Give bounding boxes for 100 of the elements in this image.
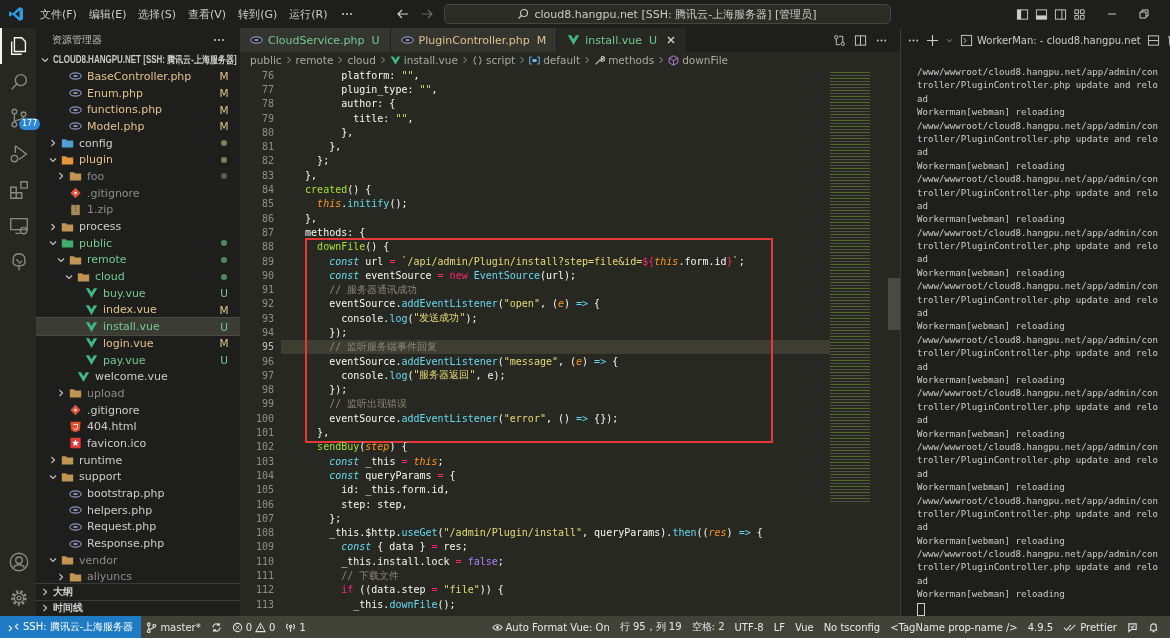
- grid-layout-icon[interactable]: [1073, 7, 1086, 21]
- folder-item[interactable]: public: [36, 234, 240, 252]
- file-item[interactable]: bootstrap.php: [36, 485, 240, 502]
- compare-icon[interactable]: [833, 33, 846, 47]
- folder-item[interactable]: aliyuncs: [36, 568, 240, 583]
- file-item[interactable]: .gitignore: [36, 401, 240, 419]
- line-number: 89: [260, 255, 275, 267]
- sidebar-layout-icon[interactable]: [1016, 7, 1029, 21]
- breadcrumb-item[interactable]: default: [529, 54, 581, 66]
- feedback-icon: [1127, 621, 1138, 633]
- command-center-field[interactable]: cloud8.hangpu.net [SSH: 腾讯云-上海服务器] [管理员]: [443, 4, 891, 24]
- status-item[interactable]: Auto Format Vue: On: [486, 616, 615, 638]
- split-layout-icon[interactable]: [1054, 7, 1067, 21]
- panel-layout-icon[interactable]: [1035, 7, 1048, 21]
- editor-tab[interactable]: CloudService.php U: [240, 28, 391, 52]
- file-item[interactable]: .gitignore: [36, 184, 240, 202]
- editor-tab[interactable]: PluginController.php M: [390, 28, 558, 52]
- status-item[interactable]: Vue: [790, 616, 819, 638]
- file-item[interactable]: BaseController.php M: [36, 68, 240, 85]
- folder-item[interactable]: foo: [36, 168, 240, 185]
- breadcrumb-item[interactable]: downFile: [668, 54, 729, 66]
- status-item[interactable]: Prettier: [1058, 616, 1122, 638]
- split-panel-icon[interactable]: [1146, 33, 1160, 47]
- breadcrumb-item[interactable]: methods: [594, 54, 655, 66]
- line-number: 85: [260, 198, 275, 210]
- section-header[interactable]: 大纲: [36, 583, 240, 600]
- terminal-line: Workerman[webman] reloading: [917, 159, 1066, 173]
- status-item[interactable]: 1: [280, 616, 311, 638]
- status-item[interactable]: 4.9.5: [1022, 616, 1059, 638]
- terminal-line: ad: [917, 360, 929, 374]
- file-item[interactable]: pay.vue U: [36, 351, 240, 369]
- code-line: // 监听出现错误: [328, 396, 409, 411]
- file-item[interactable]: buy.vue U: [36, 284, 240, 302]
- breadcrumb-item[interactable]: remote: [295, 54, 334, 66]
- sidebar-title: 资源管理器: [52, 33, 102, 47]
- breadcrumb-item[interactable]: public: [250, 54, 282, 66]
- back-arrow-icon[interactable]: [395, 7, 410, 21]
- menu-item[interactable]: 文件(F): [34, 4, 83, 24]
- play-bug-icon: [8, 143, 30, 165]
- menu-item[interactable]: 转到(G): [232, 4, 284, 24]
- split-editor-icon[interactable]: [854, 33, 867, 47]
- status-item[interactable]: UTF-8: [729, 616, 769, 638]
- breadcrumb-item[interactable]: cloud: [347, 54, 376, 66]
- scrollbar-thumb[interactable]: [888, 278, 900, 330]
- menu-item[interactable]: 运行(R): [283, 4, 334, 24]
- file-item[interactable]: Response.php: [36, 535, 240, 552]
- file-item[interactable]: Request.php: [36, 518, 240, 536]
- folder-item[interactable]: process: [36, 218, 240, 235]
- file-item[interactable]: install.vue U: [36, 318, 240, 335]
- file-item[interactable]: login.vue M: [36, 335, 240, 352]
- folder-item[interactable]: support: [36, 468, 240, 486]
- folder-item[interactable]: vendor: [36, 551, 240, 569]
- menu-item[interactable]: 选择(S): [132, 4, 183, 24]
- folder-item[interactable]: plugin: [36, 151, 240, 169]
- menu-item[interactable]: 编辑(E): [82, 4, 133, 24]
- file-item[interactable]: functions.php M: [36, 101, 240, 119]
- folder-item[interactable]: remote: [36, 251, 240, 269]
- file-item[interactable]: helpers.php: [36, 501, 240, 519]
- status-item[interactable]: <TagName prop-name />: [885, 616, 1023, 638]
- terminal-line: Workerman[webman] reloading: [917, 427, 1066, 441]
- file-item[interactable]: index.vue M: [36, 301, 240, 319]
- folder-item[interactable]: upload: [36, 385, 240, 402]
- status-item[interactable]: LF: [768, 616, 790, 638]
- forward-arrow-icon[interactable]: [419, 7, 434, 21]
- file-item[interactable]: Enum.php M: [36, 84, 240, 102]
- file-item[interactable]: favicon.ico: [36, 435, 240, 452]
- breadcrumb-item[interactable]: script: [471, 54, 516, 66]
- close-icon[interactable]: [666, 35, 676, 45]
- restore-icon[interactable]: [1138, 8, 1150, 20]
- folder-item[interactable]: runtime: [36, 451, 240, 469]
- line-number: 101: [254, 427, 275, 439]
- file-item[interactable]: 404.html: [36, 418, 240, 436]
- status-item[interactable]: 行 95，列 19: [614, 616, 687, 638]
- remote-indicator[interactable]: SSH: 腾讯云-上海服务器: [0, 616, 142, 638]
- warning-icon: [255, 621, 266, 633]
- chevron-right-icon: [657, 56, 666, 64]
- sync-icon: [210, 621, 222, 633]
- menu-item[interactable]: 查看(V): [182, 4, 233, 24]
- status-item[interactable]: No tsconfig: [818, 616, 886, 638]
- file-item[interactable]: welcome.vue: [36, 368, 240, 386]
- line-number: 91: [260, 284, 275, 296]
- file-item[interactable]: 1.zip: [36, 201, 240, 219]
- terminal-tab[interactable]: WorkerMan: - cloud8.hangpu.net: [960, 33, 1141, 47]
- folder-item[interactable]: config: [36, 134, 240, 152]
- problems-indicator[interactable]: 0 0: [226, 616, 281, 638]
- code-line: },: [304, 211, 319, 226]
- workspace-header[interactable]: CLOUD8.HANGPU.NET [SSH: 腾讯云-上海服务器]: [36, 52, 240, 68]
- plus-icon[interactable]: [926, 33, 939, 47]
- editor-tab[interactable]: install.vue U: [557, 28, 687, 52]
- brackets-icon: [529, 54, 541, 66]
- folder-icon: [61, 137, 74, 150]
- folder-item[interactable]: cloud: [36, 268, 240, 285]
- code-line: const eventSource = new EventSource(url);: [328, 268, 578, 283]
- line-number: 87: [260, 226, 275, 238]
- oval-file-icon: [69, 70, 82, 83]
- status-item[interactable]: 空格: 2: [686, 616, 730, 638]
- status-item[interactable]: master*: [141, 616, 206, 638]
- terminal-line: ad: [917, 146, 929, 160]
- monitor-icon: [8, 215, 30, 237]
- breadcrumb-item[interactable]: install.vue: [389, 54, 458, 66]
